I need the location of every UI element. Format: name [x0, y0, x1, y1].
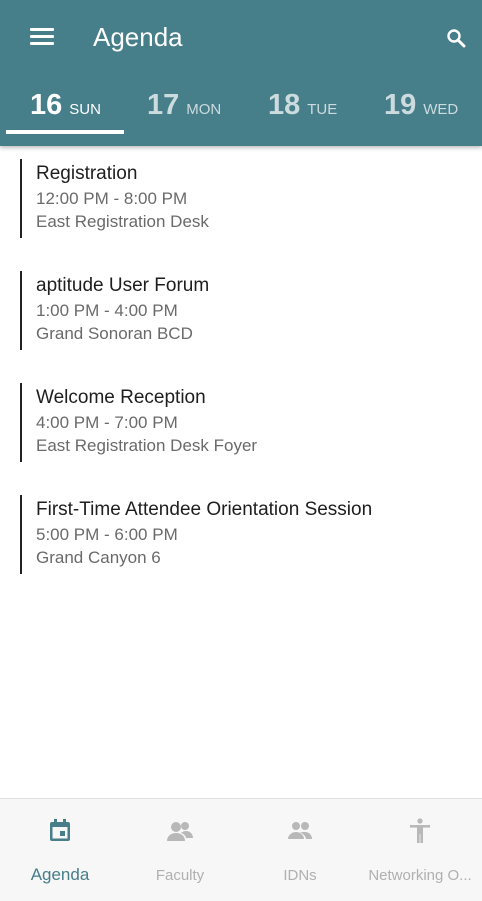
nav-idns-label: IDNs — [283, 867, 317, 884]
nav-idns[interactable]: IDNs — [240, 799, 360, 901]
tab-day-number: 17 — [147, 89, 180, 121]
session-divider-bar — [20, 495, 22, 574]
people-icon — [286, 817, 314, 845]
tab-day-number: 16 — [30, 89, 63, 121]
session-title: First-Time Attendee Orientation Session — [36, 499, 373, 520]
session-time: 12:00 PM - 8:00 PM — [36, 189, 188, 208]
session-location: Grand Canyon 6 — [36, 548, 161, 567]
tab-day-18[interactable]: 18 TUE — [268, 82, 337, 138]
tab-day-weekday: WED — [423, 101, 459, 118]
tab-day-17[interactable]: 17 MON — [147, 82, 221, 138]
search-icon[interactable] — [442, 24, 472, 54]
session-item[interactable]: First-Time Attendee Orientation Session … — [20, 486, 470, 574]
tab-day-weekday: TUE — [307, 101, 338, 118]
session-item[interactable]: Welcome Reception 4:00 PM - 7:00 PM East… — [20, 374, 470, 462]
tab-day-weekday: MON — [186, 101, 222, 118]
calendar-icon — [46, 817, 74, 845]
nav-faculty-label: Faculty — [155, 867, 205, 884]
session-item[interactable]: Registration 12:00 PM - 8:00 PM East Reg… — [20, 150, 470, 238]
session-time: 1:00 PM - 4:00 PM — [36, 301, 178, 320]
faculty-icon — [166, 817, 194, 845]
nav-agenda[interactable]: Agenda — [0, 799, 120, 901]
app-bar: Agenda 16 SUN 17 MON 18 TUE 19 WED — [0, 0, 482, 146]
session-location: East Registration Desk Foyer — [36, 436, 258, 455]
tab-day-number: 19 — [384, 89, 417, 121]
page-title: Agenda — [93, 22, 183, 52]
session-time: 5:00 PM - 6:00 PM — [36, 525, 178, 544]
nav-faculty[interactable]: Faculty — [120, 799, 240, 901]
tab-day-19[interactable]: 19 WED — [384, 82, 458, 138]
session-time: 4:00 PM - 7:00 PM — [36, 413, 178, 432]
nav-networking[interactable]: Networking O... — [360, 799, 480, 901]
session-title: Welcome Reception — [36, 387, 206, 408]
session-location: Grand Sonoran BCD — [36, 324, 193, 343]
session-title: aptitude User Forum — [36, 275, 210, 296]
selected-tab-indicator — [6, 130, 124, 134]
session-divider-bar — [20, 159, 22, 238]
session-title: Registration — [36, 163, 138, 184]
nav-networking-label: Networking O... — [368, 867, 472, 884]
tab-day-number: 18 — [268, 89, 301, 121]
hamburger-menu-icon[interactable] — [22, 20, 62, 54]
session-item[interactable]: aptitude User Forum 1:00 PM - 4:00 PM Gr… — [20, 262, 470, 350]
tab-day-weekday: SUN — [69, 101, 101, 118]
nav-agenda-label: Agenda — [30, 865, 90, 884]
session-location: East Registration Desk — [36, 212, 209, 231]
session-divider-bar — [20, 383, 22, 462]
person-standing-icon — [406, 817, 434, 845]
bottom-navigation: Agenda Faculty IDNs Networking O... — [0, 798, 482, 901]
session-divider-bar — [20, 271, 22, 350]
